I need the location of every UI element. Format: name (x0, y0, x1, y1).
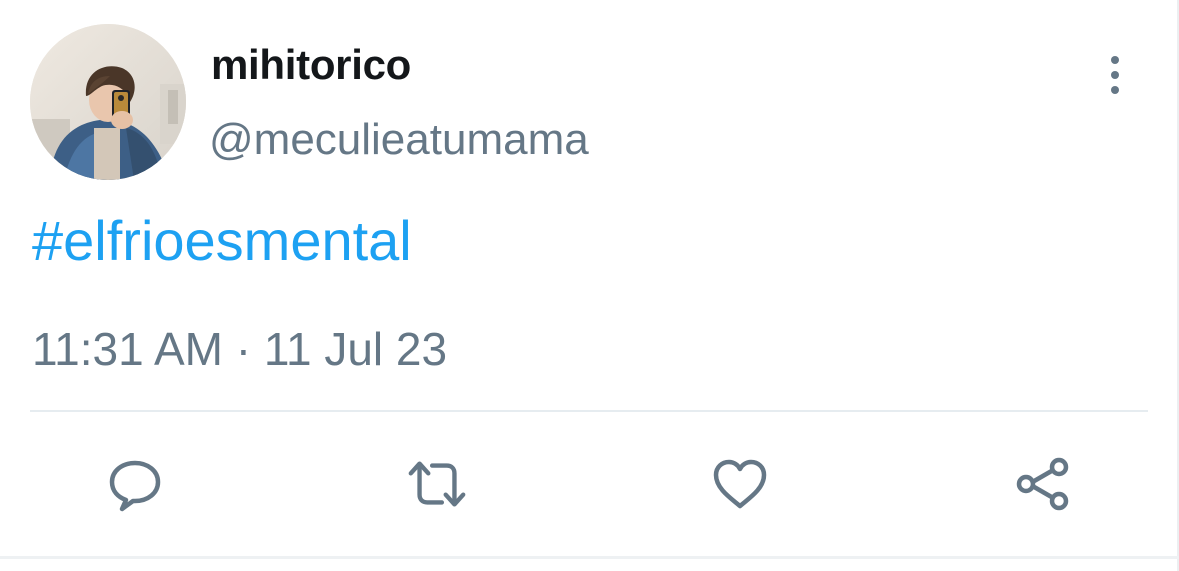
more-options-button[interactable] (1098, 52, 1132, 98)
share-button[interactable] (1011, 452, 1075, 516)
like-button[interactable] (708, 452, 772, 516)
avatar[interactable] (30, 24, 186, 180)
retweet-icon (408, 461, 466, 507)
divider (30, 410, 1148, 412)
card-bottom-border (0, 556, 1179, 559)
more-vertical-icon (1111, 56, 1119, 64)
reply-bubble-icon (109, 460, 161, 512)
user-handle[interactable]: @meculieatumama (209, 114, 589, 166)
avatar-photo (30, 24, 186, 180)
more-vertical-icon (1111, 86, 1119, 94)
tweet-timestamp[interactable]: 11:31 AM · 11 Jul 23 (32, 322, 447, 376)
more-vertical-icon (1111, 71, 1119, 79)
retweet-button[interactable] (405, 452, 469, 516)
share-icon (1016, 457, 1069, 511)
heart-icon (713, 459, 767, 509)
reply-button[interactable] (103, 452, 167, 516)
hashtag-link[interactable]: #elfrioesmental (32, 208, 412, 274)
tweet-card: mihitorico @meculieatumama #elfrioesment… (0, 0, 1179, 571)
display-name[interactable]: mihitorico (211, 40, 411, 90)
